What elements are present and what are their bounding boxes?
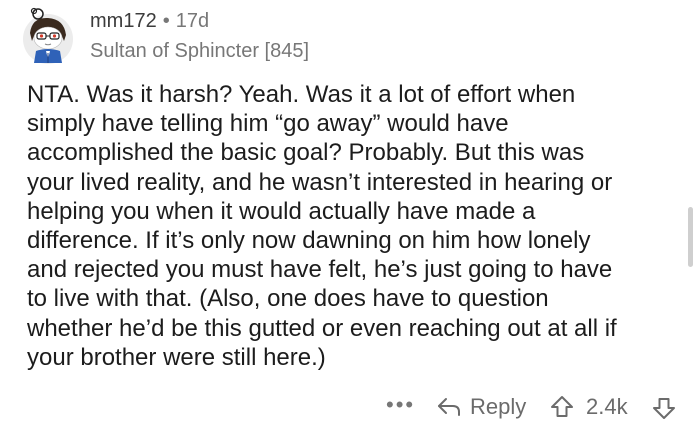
comment-body-line: helping you when it would actually have … [27,197,536,225]
reply-arrow-icon[interactable] [436,396,462,423]
user-flair: Sultan of Sphincter [845] [90,40,310,62]
upvote-arrow-icon[interactable] [549,394,575,425]
comment-body-line: your lived reality, and he wasn’t intere… [27,168,613,196]
comment-body-line: whether he’d be this gutted or even reac… [27,314,617,342]
more-options-icon[interactable]: ••• [386,392,415,418]
separator-dot: • [162,10,170,32]
comment-meta: mm172 • 17d Sultan of Sphincter [845] [90,8,309,64]
downvote-arrow-icon[interactable] [651,395,677,426]
comment-body-line: to live with that. (Also, one does have … [27,285,549,313]
snoo-avatar-icon[interactable] [20,7,76,67]
comment-body-line: difference. If it’s only now dawning on … [27,227,591,255]
comment-body-line: accomplished the basic goal? Probably. B… [27,139,585,167]
comment-body-line: NTA. Was it harsh? Yeah. Was it a lot of… [27,81,576,108]
scrollbar-thumb[interactable] [688,207,693,267]
comment-header: mm172 • 17d [90,8,309,34]
comment-body-line: simply have telling him “go away” would … [27,110,509,138]
comment: mm172 • 17d Sultan of Sphincter [845] NTA.… [0,0,700,433]
comment-actions: ••• Reply 2.4k [0,390,700,426]
vote-score: 2.4k [586,394,628,419]
comment-body-line: your brother were still here.) [27,343,326,371]
comment-body: NTA. Was it harsh? Yeah. Was it a lot of… [27,80,687,372]
reply-button[interactable]: Reply [470,394,526,420]
comment-age: 17d [175,10,210,32]
comment-body-line: and rejected you must have felt, he’s ju… [27,256,613,284]
username-link[interactable]: mm172 [90,10,157,32]
